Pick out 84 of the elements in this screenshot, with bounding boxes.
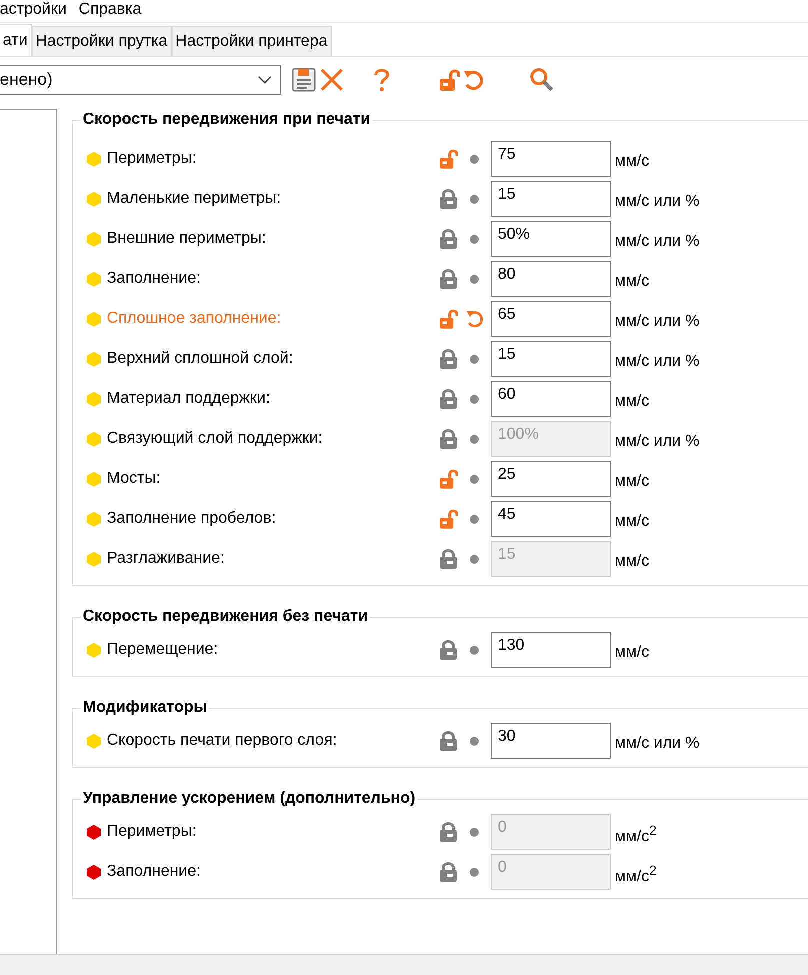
setting-label: Материал поддержки: [107, 390, 272, 408]
unlocked-lock-icon[interactable] [440, 149, 458, 169]
dot-icon [470, 194, 479, 204]
search-icon[interactable] [530, 68, 554, 92]
value-field[interactable]: 25 [491, 461, 611, 497]
dot-icon [470, 434, 479, 444]
dot-icon [470, 394, 479, 404]
value-field[interactable]: 60 [491, 381, 611, 417]
value-field[interactable]: 75 [491, 141, 611, 177]
unit-label: мм/с [615, 473, 650, 491]
unlocked-lock-icon[interactable] [440, 509, 458, 529]
lock-icon[interactable] [440, 640, 457, 660]
unit-label: мм/с или % [615, 353, 700, 371]
unit-label: мм/с или % [615, 735, 700, 753]
tab[interactable]: Настройки прутка [32, 26, 172, 56]
setting-label: Периметры: [107, 150, 198, 168]
unlocked-lock-icon[interactable] [440, 309, 458, 329]
value-field[interactable]: 130 [491, 632, 611, 668]
unit-label: мм/с [615, 644, 650, 662]
dot-icon [470, 234, 479, 244]
value-field[interactable]: 30 [491, 723, 611, 759]
dot-icon [470, 474, 479, 484]
value-field[interactable]: 15 [491, 341, 611, 377]
undo-arrow-icon[interactable] [466, 309, 483, 329]
unit-label: мм/с или % [615, 313, 700, 331]
caret-icon [258, 76, 272, 84]
value-field[interactable]: 45 [491, 501, 611, 537]
lock-icon[interactable] [440, 389, 457, 409]
close-icon[interactable] [320, 68, 344, 92]
unit-label: мм/с [615, 153, 650, 171]
lock-icon[interactable] [440, 349, 457, 369]
setting-label: Перемещение: [107, 641, 220, 659]
unit-label: мм/с [615, 553, 650, 571]
dot-icon [470, 736, 479, 746]
unit-label: мм/с или % [615, 193, 700, 211]
lock-icon[interactable] [440, 269, 457, 289]
setting-label: Мосты: [107, 470, 162, 488]
section-title: Скорость передвижения при печати [82, 111, 372, 129]
setting-label: Заполнение: [107, 270, 202, 288]
tab[interactable]: Настройки принтера [172, 26, 332, 56]
menu-item[interactable]: астройки [0, 1, 67, 19]
dot-icon [470, 554, 479, 564]
setting-label: Периметры: [107, 823, 198, 841]
setting-label: Заполнение пробелов: [107, 510, 278, 528]
unit-label: мм/с [615, 513, 650, 531]
setting-label: Верхний сплошной слой: [107, 350, 294, 368]
dot-icon [470, 154, 479, 164]
value-field[interactable]: 65 [491, 301, 611, 337]
setting-label: Внешние периметры: [107, 230, 268, 248]
section-title: Управление ускорением (дополнительно) [82, 790, 417, 808]
unit-label: мм/с$^{2}$ [615, 823, 657, 847]
dot-icon [470, 646, 479, 654]
dot-icon [470, 514, 479, 524]
unit-label: мм/с [615, 273, 650, 291]
unlocked-lock-icon[interactable] [440, 69, 460, 91]
setting-label: Заполнение: [107, 863, 202, 881]
unit-label: мм/с$^{2}$ [615, 863, 657, 887]
unit-label: мм/с или % [615, 433, 700, 451]
undo-arrow-icon[interactable] [463, 69, 483, 91]
value-field[interactable]: 15 [491, 181, 611, 217]
dot-icon [470, 828, 479, 836]
unit-label: мм/с [615, 393, 650, 411]
help-icon[interactable] [374, 68, 390, 92]
value-field[interactable]: 50% [491, 221, 611, 257]
unlocked-lock-icon[interactable] [440, 469, 458, 489]
preset-dropdown[interactable]: енено) [0, 65, 281, 95]
section-title: Модификаторы [82, 699, 208, 717]
setting-label: Маленькие периметры: [107, 190, 282, 208]
setting-label: Связующий слой поддержки: [107, 430, 324, 448]
dot-icon [470, 868, 479, 876]
setting-label: Разглаживание: [107, 550, 226, 568]
setting-label: Скорость печати первого слоя: [107, 732, 338, 750]
menu-item[interactable]: Справка [78, 1, 142, 19]
save-icon[interactable] [292, 68, 316, 92]
tab[interactable]: ати [0, 24, 32, 56]
unit-label: мм/с или % [615, 233, 700, 251]
value-field[interactable]: 80 [491, 261, 611, 297]
setting-label: Сплошное заполнение: [107, 310, 282, 328]
section-title: Скорость передвижения без печати [82, 608, 370, 626]
lock-icon[interactable] [440, 229, 457, 249]
dot-icon [470, 274, 479, 284]
lock-icon[interactable] [440, 189, 457, 209]
dot-icon [470, 354, 479, 364]
lock-icon[interactable] [440, 731, 457, 751]
